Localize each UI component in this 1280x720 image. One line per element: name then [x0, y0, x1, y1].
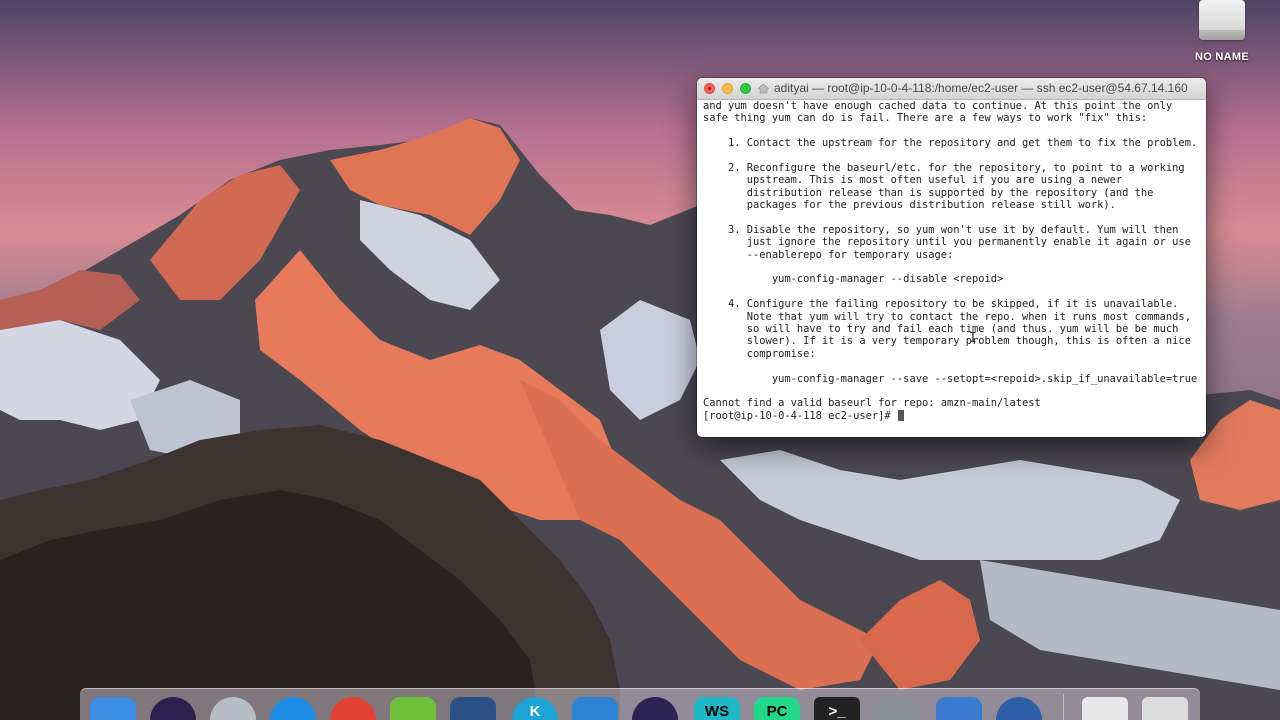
terminal-line: Note that yum will try to contact the re… — [703, 310, 1191, 323]
desktop: NO NAME adityai — root@ip-10-0-4-118:/ho… — [0, 0, 1280, 720]
android-file-transfer-icon[interactable] — [390, 697, 436, 720]
prompt-line[interactable]: [root@ip-10-0-4-118 ec2-user]# — [703, 410, 1204, 422]
webstorm-icon[interactable]: WS — [694, 697, 740, 720]
terminal-line: safe thing yum can do is fail. There are… — [703, 112, 1148, 125]
terminal-line: slower). If it is a very temporary probl… — [703, 335, 1191, 348]
terminal-line: so will have to try and fail each time (… — [703, 323, 1179, 336]
terminal-line: compromise: — [703, 347, 816, 360]
terminal-line: yum-config-manager --save --setopt=<repo… — [703, 372, 1198, 385]
minimize-button[interactable] — [722, 83, 733, 94]
dock-separator — [1063, 694, 1064, 720]
terminal-line: 4. Configure the failing repository to b… — [703, 298, 1179, 311]
drive-label: NO NAME — [1194, 51, 1250, 63]
terminal-output[interactable]: and yum doesn't have enough cached data … — [703, 100, 1204, 437]
window-title: adityai — root@ip-10-0-4-118:/home/ec2-u… — [774, 81, 1188, 95]
terminal-line: --enablerepo for temporary usage: — [703, 248, 954, 261]
pycharm-icon[interactable]: PC — [754, 697, 800, 720]
zoom-button[interactable] — [740, 83, 751, 94]
text-cursor — [897, 410, 904, 422]
xcode-icon[interactable] — [572, 697, 618, 720]
terminal-line: Cannot find a valid baseurl for repo: am… — [703, 397, 1041, 410]
terminal-titlebar[interactable]: adityai — root@ip-10-0-4-118:/home/ec2-u… — [697, 78, 1206, 100]
ibeam-cursor-icon: I — [969, 331, 977, 346]
downloads-icon[interactable] — [1082, 697, 1128, 720]
terminal-window[interactable]: adityai — root@ip-10-0-4-118:/home/ec2-u… — [697, 78, 1206, 437]
terminal-icon[interactable]: >_ — [814, 697, 860, 720]
terminal-line: upstream. This is most often useful if y… — [703, 174, 1123, 187]
home-folder-icon — [758, 83, 769, 94]
close-button[interactable] — [704, 83, 715, 94]
shell-prompt: [root@ip-10-0-4-118 ec2-user]# — [703, 409, 897, 422]
terminal-line: 1. Contact the upstream for the reposito… — [703, 137, 1198, 150]
trash-icon[interactable] — [1142, 697, 1188, 720]
system-preferences-icon[interactable] — [874, 697, 920, 720]
finder-icon[interactable] — [90, 697, 136, 720]
terminal-line: just ignore the repository until you per… — [703, 236, 1191, 249]
terminal-line: packages for the previous distribution r… — [703, 199, 1116, 212]
virtualbox-icon[interactable] — [450, 697, 496, 720]
preview-icon[interactable] — [936, 697, 982, 720]
terminal-line: and yum doesn't have enough cached data … — [703, 100, 1173, 112]
terminal-line: 2. Reconfigure the baseurl/etc. for the … — [703, 161, 1185, 174]
terminal-line: distribution release than is supported b… — [703, 186, 1154, 199]
terminal-line: 3. Disable the repository, so yum won't … — [703, 223, 1179, 236]
terminal-line: yum-config-manager --disable <repoid> — [703, 273, 1004, 286]
drive-icon[interactable]: NO NAME — [1192, 0, 1252, 66]
external-disk-icon — [1199, 0, 1245, 40]
